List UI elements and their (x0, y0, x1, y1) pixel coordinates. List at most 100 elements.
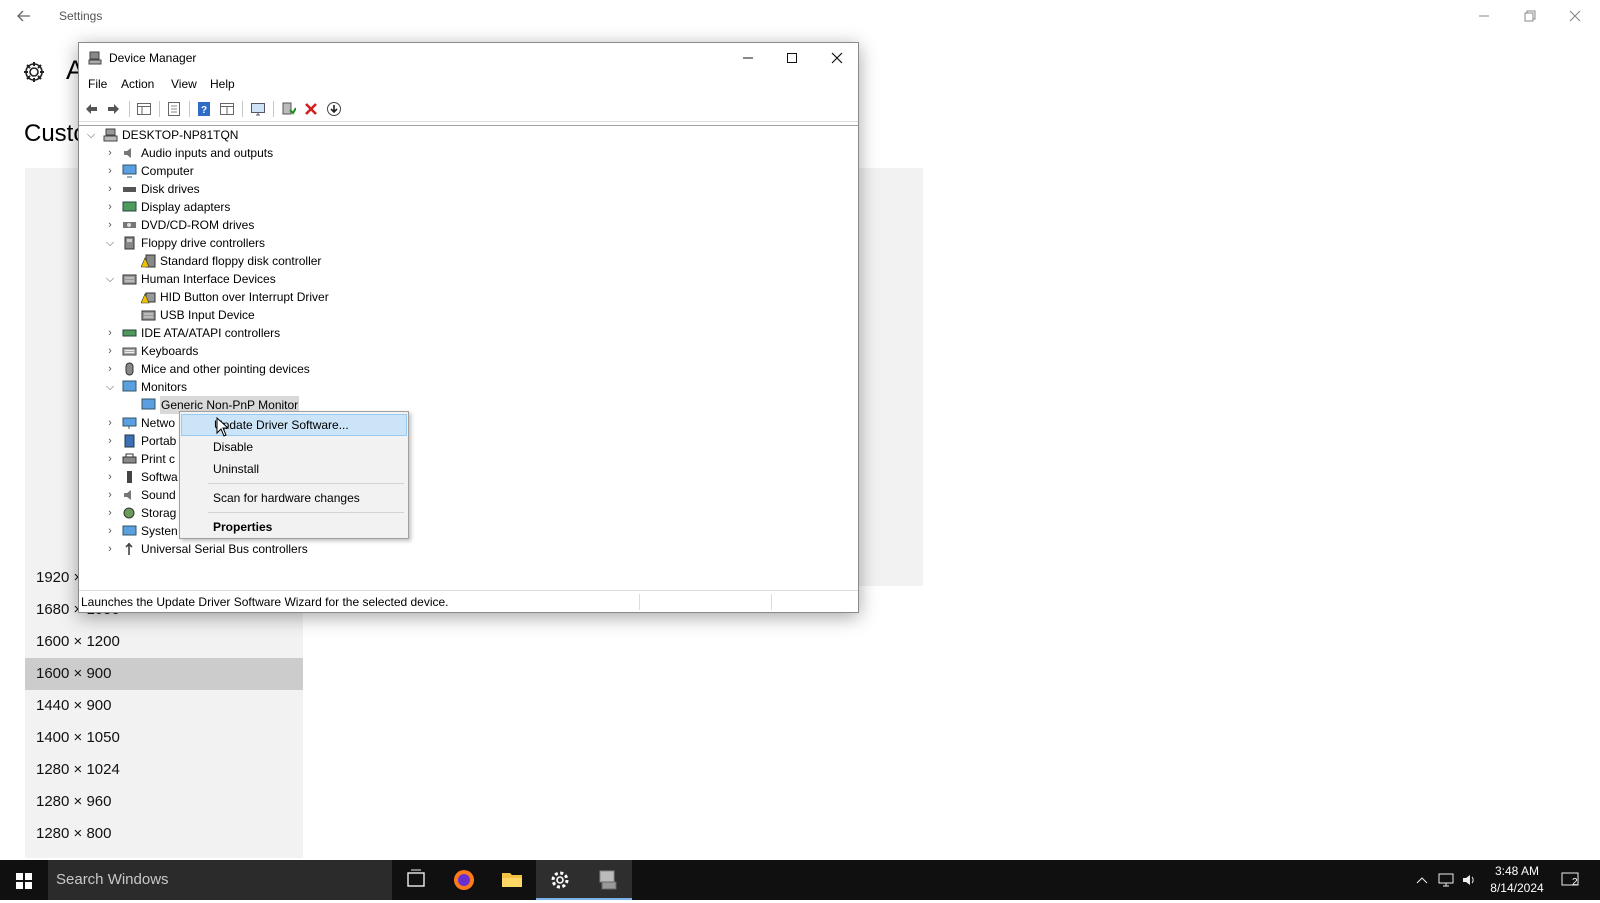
chevron-right-icon[interactable]: › (105, 432, 115, 450)
tree-category-label: Sound (141, 488, 176, 502)
mouse-cursor-icon (216, 416, 230, 437)
computer-icon (103, 128, 118, 142)
chevron-up-icon[interactable] (1414, 872, 1430, 888)
windows-start-icon[interactable] (0, 860, 48, 900)
task-view-icon[interactable] (392, 860, 440, 900)
scan-hardware-icon[interactable] (250, 101, 266, 117)
menu-item-uninstall[interactable]: Uninstall (181, 458, 407, 480)
resolution-option[interactable]: 1400 × 1050 (25, 722, 303, 754)
menu-help[interactable]: Help (210, 77, 235, 91)
resolution-option[interactable]: 1600 × 1200 (25, 626, 303, 658)
toolbar: ? (79, 96, 858, 122)
toolbar-separator (242, 101, 243, 117)
menu-view[interactable]: View (171, 77, 197, 91)
file-explorer-icon[interactable] (488, 860, 536, 900)
properties-icon[interactable] (166, 101, 182, 117)
resolution-option[interactable]: 1280 × 1024 (25, 754, 303, 786)
chevron-right-icon[interactable]: › (105, 414, 115, 432)
chevron-right-icon[interactable]: › (105, 324, 115, 342)
resolution-option-selected[interactable]: 1600 × 900 (25, 658, 303, 690)
svg-text:?: ? (201, 105, 207, 116)
chevron-right-icon[interactable]: › (105, 450, 115, 468)
chevron-right-icon[interactable]: › (105, 198, 115, 216)
resolution-option[interactable]: 1440 × 900 (25, 690, 303, 722)
chevron-down-icon[interactable]: ⌵ (105, 270, 115, 288)
display-adapter-icon (122, 200, 137, 214)
tree-device-label: Standard floppy disk controller (160, 254, 322, 268)
tree-category-label: Softwa (141, 470, 178, 484)
menu-file[interactable]: File (88, 77, 107, 91)
menu-item-update-driver[interactable]: Update Driver Software... (181, 414, 407, 436)
clock-date: 8/14/2024 (1490, 881, 1544, 895)
device-manager-icon[interactable] (584, 860, 632, 900)
chevron-right-icon[interactable]: › (105, 540, 115, 558)
chevron-right-icon[interactable]: › (105, 342, 115, 360)
chevron-right-icon[interactable]: › (105, 486, 115, 504)
maximize-icon[interactable] (777, 48, 807, 70)
search-box[interactable]: Search Windows (48, 860, 392, 900)
software-device-icon (122, 470, 137, 484)
tree-category-label: Systen (141, 524, 178, 538)
chevron-right-icon[interactable]: › (105, 522, 115, 540)
device-manager-titlebar[interactable]: Device Manager (79, 43, 858, 73)
menu-item-properties[interactable]: Properties (181, 516, 407, 538)
menu-item-disable[interactable]: Disable (181, 436, 407, 458)
close-icon[interactable] (1565, 6, 1585, 26)
chevron-down-icon[interactable]: ⌵ (105, 378, 115, 396)
tree-category-label: DVD/CD-ROM drives (141, 218, 255, 232)
floppy-controller-icon (122, 236, 137, 250)
chevron-right-icon[interactable]: › (105, 162, 115, 180)
resolution-option[interactable]: 1280 × 960 (25, 786, 303, 818)
taskbar: Search Windows 3:48 AM 8/14/2024 2 (0, 860, 1600, 900)
gear-icon (20, 58, 48, 86)
show-hide-tree-icon[interactable] (136, 101, 152, 117)
chevron-right-icon[interactable]: › (105, 144, 115, 162)
chevron-right-icon[interactable]: › (105, 216, 115, 234)
volume-icon[interactable] (1461, 872, 1477, 888)
status-text: Launches the Update Driver Software Wiza… (81, 595, 449, 609)
tree-device-label: USB Input Device (160, 308, 255, 322)
chevron-down-icon[interactable]: ⌵ (105, 234, 115, 252)
back-icon[interactable] (83, 101, 99, 117)
minimize-icon[interactable] (1474, 6, 1494, 26)
warning-icon (140, 290, 156, 304)
warning-icon (140, 254, 156, 268)
speaker-icon (122, 488, 137, 502)
keyboard-icon (122, 344, 137, 358)
chevron-right-icon[interactable]: › (105, 180, 115, 198)
chevron-right-icon[interactable]: › (105, 360, 115, 378)
portable-device-icon (122, 434, 137, 448)
back-arrow-icon[interactable] (14, 6, 34, 26)
minimize-icon[interactable] (733, 48, 763, 70)
update-driver-icon[interactable] (280, 101, 297, 117)
tree-category-label: Keyboards (141, 344, 199, 358)
firefox-icon[interactable] (440, 860, 488, 900)
status-divider (639, 594, 640, 610)
usb-icon (122, 542, 137, 556)
close-icon[interactable] (822, 48, 852, 70)
disable-icon[interactable] (326, 101, 342, 117)
view-icon[interactable] (219, 101, 235, 117)
uninstall-icon[interactable] (303, 101, 319, 117)
window-title: Device Manager (109, 51, 197, 65)
tree-category-label: Netwo (141, 416, 176, 430)
menu-item-scan[interactable]: Scan for hardware changes (181, 487, 407, 509)
chevron-right-icon[interactable]: › (105, 468, 115, 486)
network-icon (122, 416, 137, 430)
chevron-down-icon[interactable]: ⌵ (86, 126, 96, 144)
hid-icon (122, 272, 137, 286)
chevron-right-icon[interactable]: › (105, 504, 115, 522)
clock[interactable]: 3:48 AM 8/14/2024 (1484, 863, 1550, 897)
restore-icon[interactable] (1520, 6, 1540, 26)
toolbar-separator (129, 101, 130, 117)
tree-root-label: DESKTOP-NP81TQN (122, 128, 239, 142)
help-icon[interactable]: ? (196, 101, 212, 117)
tree-category-label: Portab (141, 434, 177, 448)
menu-action[interactable]: Action (121, 77, 154, 91)
resolution-option[interactable]: 1280 × 800 (25, 818, 303, 850)
settings-icon[interactable] (536, 860, 584, 900)
toolbar-separator (189, 101, 190, 117)
network-icon[interactable] (1438, 872, 1454, 888)
forward-icon[interactable] (106, 101, 122, 117)
notification-center-icon[interactable]: 2 (1560, 872, 1584, 888)
